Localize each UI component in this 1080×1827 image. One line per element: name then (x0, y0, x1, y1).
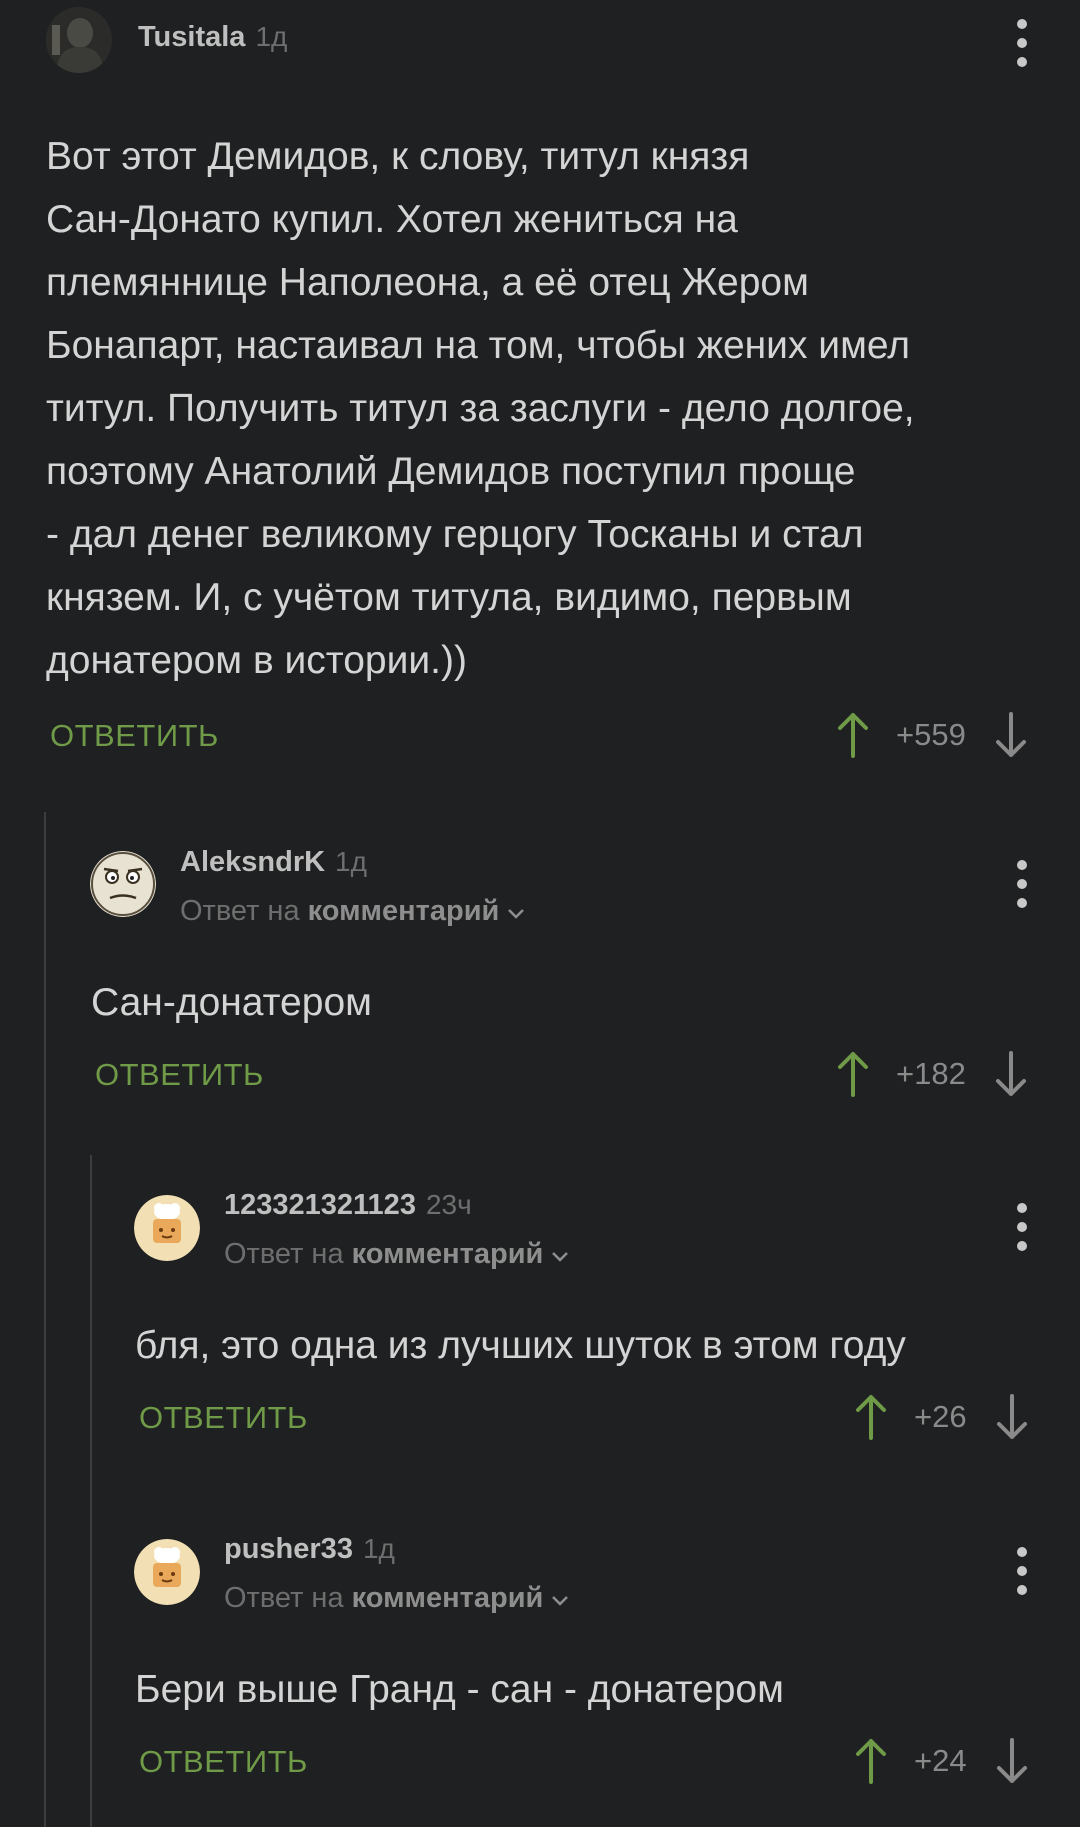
comment-time: 23ч (425, 1189, 472, 1220)
reply-target[interactable]: комментарий (352, 1238, 544, 1270)
vote-controls: +182 (836, 1049, 1028, 1099)
comment-text: бля, это одна из лучших шуток в этом год… (135, 1324, 906, 1367)
author-name[interactable]: Tusitala (138, 21, 245, 53)
reply-to-link[interactable]: Ответ на комментарий (180, 895, 525, 928)
comment-text: Вот этот Демидов, к слову, титул князя С… (46, 135, 915, 682)
comment-author[interactable]: Tusitala 1д (138, 21, 287, 54)
comment-author[interactable]: AleksndrK 1д (180, 846, 367, 879)
avatar[interactable] (46, 7, 112, 73)
comment-tusitala: Tusitala 1д Вот этот Демидов, к слову, ти… (46, 7, 1046, 767)
comment-score: +24 (914, 1743, 967, 1778)
reply-target[interactable]: комментарий (352, 1582, 544, 1614)
arrow-down-icon[interactable] (995, 1394, 1029, 1440)
comment-time: 1д (255, 21, 288, 52)
vote-controls: +26 (854, 1392, 1029, 1442)
author-name[interactable]: 123321321123 (224, 1189, 416, 1221)
chevron-down-icon[interactable] (551, 1582, 569, 1615)
arrow-up-icon[interactable] (836, 712, 870, 758)
vote-controls: +559 (836, 710, 1028, 760)
reply-button[interactable]: ОТВЕТИТЬ (95, 1057, 264, 1093)
reply-button[interactable]: ОТВЕТИТЬ (50, 718, 219, 754)
comment-aleksndrk: AleksndrK 1д Ответ на комментарий Сан-дон… (90, 846, 1050, 1111)
comment-pusher33: pusher33 1д Ответ на комментарий Бери выш… (134, 1533, 1050, 1799)
comment-text: Бери выше Гранд - сан - донатером (135, 1668, 784, 1711)
arrow-up-icon[interactable] (836, 1051, 870, 1097)
author-name[interactable]: pusher33 (224, 1533, 353, 1565)
comment-score: +182 (896, 1056, 966, 1091)
arrow-up-icon[interactable] (854, 1738, 888, 1784)
reply-button[interactable]: ОТВЕТИТЬ (139, 1744, 308, 1780)
thread-line-level-1 (44, 812, 46, 1827)
more-vertical-icon[interactable] (1010, 1547, 1034, 1595)
comment-author[interactable]: 123321321123 23ч (224, 1189, 472, 1222)
comment-time: 1д (335, 846, 367, 877)
comment-text: Сан-донатером (91, 981, 372, 1024)
arrow-down-icon[interactable] (994, 712, 1028, 758)
more-vertical-icon[interactable] (1010, 860, 1034, 908)
user-photo-icon (46, 7, 112, 73)
arrow-down-icon[interactable] (995, 1738, 1029, 1784)
avatar[interactable] (134, 1195, 200, 1261)
reply-prefix: Ответ на (180, 895, 300, 927)
vote-controls: +24 (854, 1736, 1029, 1786)
comment-author[interactable]: pusher33 1д (224, 1533, 395, 1566)
author-name[interactable]: AleksndrK (180, 846, 325, 878)
chevron-down-icon[interactable] (551, 1238, 569, 1271)
more-vertical-icon[interactable] (1010, 19, 1034, 67)
reply-target[interactable]: комментарий (308, 895, 500, 927)
comment-time: 1д (362, 1533, 395, 1564)
arrow-up-icon[interactable] (854, 1394, 888, 1440)
avatar[interactable] (134, 1539, 200, 1605)
troll-face-icon (90, 851, 156, 917)
reply-to-link[interactable]: Ответ на комментарий (224, 1238, 569, 1271)
comment-123321321123: 123321321123 23ч Ответ на комментарий бля… (134, 1189, 1050, 1455)
arrow-down-icon[interactable] (994, 1051, 1028, 1097)
reply-button[interactable]: ОТВЕТИТЬ (139, 1400, 308, 1436)
more-vertical-icon[interactable] (1010, 1203, 1034, 1251)
comment-score: +26 (914, 1399, 967, 1434)
reply-prefix: Ответ на (224, 1582, 344, 1614)
default-avatar-icon (134, 1195, 200, 1261)
reply-prefix: Ответ на (224, 1238, 344, 1270)
reply-to-link[interactable]: Ответ на комментарий (224, 1582, 569, 1615)
comment-score: +559 (896, 717, 966, 752)
thread-line-level-2 (90, 1155, 92, 1827)
default-avatar-icon (134, 1539, 200, 1605)
avatar[interactable] (90, 851, 156, 917)
chevron-down-icon[interactable] (507, 895, 525, 928)
